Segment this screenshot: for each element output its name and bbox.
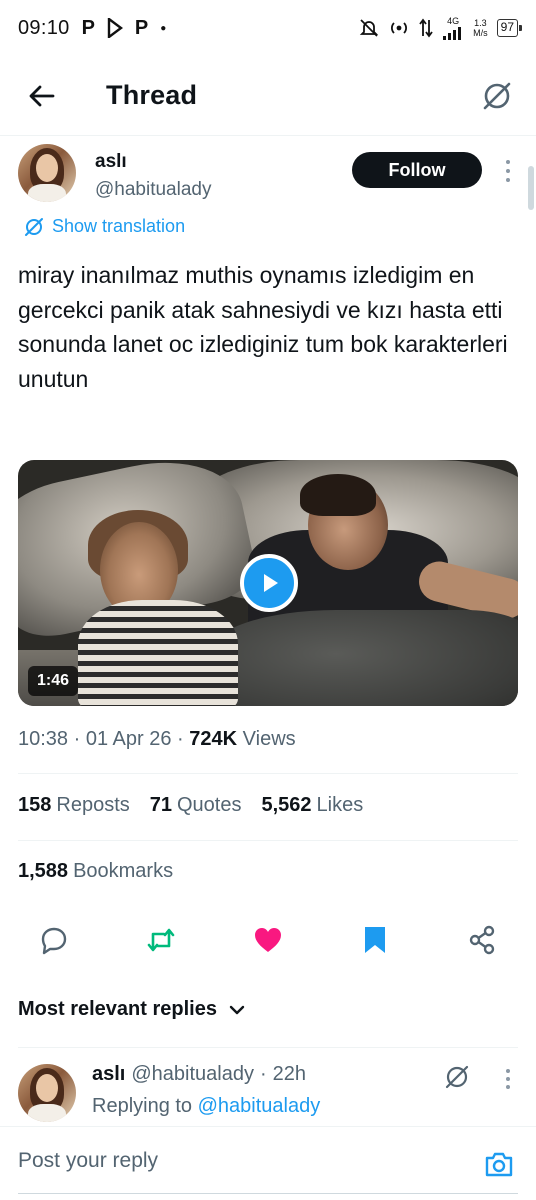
follow-button[interactable]: Follow <box>352 152 482 188</box>
replying-to-prefix: Replying to <box>92 1095 193 1117</box>
replying-to-line: Replying to @habitualady <box>92 1095 320 1118</box>
status-time: 09:10 <box>18 16 70 39</box>
likes-count: 5,562 <box>261 794 312 816</box>
app-notification-icon <box>107 18 123 38</box>
replies-sort-dropdown[interactable]: Most relevant replies <box>18 998 245 1021</box>
separator-dot: · <box>73 728 81 750</box>
tweet-video[interactable]: 1:46 <box>18 460 518 706</box>
heart-icon <box>255 928 281 952</box>
tweet-time: 10:38 <box>18 728 69 750</box>
system-icons: 4G 1.3 M/s 97 <box>359 15 523 40</box>
hotspot-icon <box>388 19 410 37</box>
bookmark-icon <box>365 927 385 953</box>
grok-icon <box>483 82 511 109</box>
reply-composer: Post your reply <box>0 1126 536 1200</box>
share-icon <box>469 925 495 955</box>
net-speed-value: 1.3 <box>474 18 487 28</box>
video-duration-badge: 1:46 <box>28 666 79 696</box>
camera-icon <box>485 1152 513 1177</box>
composer-underline <box>18 1193 518 1194</box>
likes-stat[interactable]: 5,562 Likes <box>261 794 363 817</box>
reply-icon <box>41 927 67 955</box>
divider <box>18 840 518 841</box>
scrollbar[interactable] <box>528 166 534 210</box>
net-speed-unit: M/s <box>473 28 488 38</box>
replies-sort-label: Most relevant replies <box>18 998 217 1020</box>
bookmark-button[interactable] <box>357 922 393 958</box>
tweet-author: aslı @habitualady Follow <box>18 144 518 214</box>
more-notifications-dot-icon: ● <box>160 22 167 34</box>
back-button[interactable] <box>14 68 70 124</box>
show-translation-link[interactable]: Show translation <box>24 216 185 237</box>
bookmarks-label: Bookmarks <box>73 860 174 882</box>
chevron-down-icon <box>229 1005 245 1014</box>
show-translation-label: Show translation <box>52 216 186 236</box>
separator-dot: · <box>177 728 184 750</box>
divider <box>18 773 518 774</box>
data-transfer-icon <box>419 18 433 38</box>
grok-icon <box>445 1065 469 1089</box>
net-speed: 1.3 M/s <box>473 18 488 38</box>
reposts-stat[interactable]: 158 Reposts <box>18 794 130 817</box>
bookmarks-stat[interactable]: 1,588 Bookmarks <box>18 860 173 883</box>
thread-header: Thread <box>0 56 536 136</box>
parking-notification-icon: P <box>134 16 149 39</box>
bookmarks-count: 1,588 <box>18 860 69 882</box>
reposts-count: 158 <box>18 794 52 816</box>
avatar[interactable] <box>18 1064 76 1122</box>
play-icon <box>264 574 278 592</box>
status-bar: 09:10 P P ● 4G 1.3 M/s 97 <box>0 0 536 56</box>
tweet-date: 01 Apr 26 <box>85 728 172 750</box>
reply-item[interactable]: aslı @habitualady · 22h Replying to @hab… <box>18 1058 518 1128</box>
author-display-name[interactable]: aslı <box>95 151 211 173</box>
separator-dot: · <box>259 1063 267 1085</box>
tweet-timestamp: 10:38 · 01 Apr 26 · 724K Views <box>18 728 296 751</box>
signal-strength-icon: 4G <box>442 15 464 40</box>
author-names: aslı @habitualady <box>95 138 211 214</box>
repost-button[interactable] <box>143 922 179 958</box>
grok-button[interactable] <box>442 1062 472 1092</box>
more-options-button[interactable] <box>498 156 518 186</box>
parking-notification-icon: P <box>81 16 95 39</box>
reply-age: 22h <box>272 1063 307 1085</box>
grok-icon <box>25 217 43 236</box>
tweet-text: miray inanılmaz muthis oynamıs izledigim… <box>18 262 508 392</box>
play-button[interactable] <box>240 554 298 612</box>
divider <box>18 1047 518 1048</box>
likes-label: Likes <box>316 794 364 816</box>
mute-bell-icon <box>359 18 379 38</box>
like-button[interactable] <box>250 922 286 958</box>
page-title: Thread <box>106 80 198 110</box>
network-type-label: 4G <box>447 15 460 26</box>
reply-input[interactable]: Post your reply <box>18 1149 458 1173</box>
camera-button[interactable] <box>482 1147 516 1181</box>
quotes-label: Quotes <box>177 794 242 816</box>
views-label: Views <box>242 728 296 750</box>
reply-header: aslı @habitualady · 22h <box>92 1063 306 1086</box>
quotes-count: 71 <box>149 794 172 816</box>
repost-icon <box>147 928 175 952</box>
reply-author-handle[interactable]: @habitualady <box>131 1063 254 1086</box>
quotes-stat[interactable]: 71 Quotes <box>150 794 242 817</box>
more-options-button[interactable] <box>498 1066 518 1092</box>
reply-button[interactable] <box>36 922 72 958</box>
battery-icon: 97 <box>496 19 523 37</box>
reposts-label: Reposts <box>56 794 130 816</box>
back-arrow-icon <box>29 85 55 106</box>
avatar[interactable] <box>18 144 76 202</box>
author-handle[interactable]: @habitualady <box>95 179 211 201</box>
reply-author-name[interactable]: aslı <box>92 1063 125 1086</box>
grok-button[interactable] <box>472 71 522 121</box>
tweet-actions <box>36 920 500 960</box>
notification-icons: P P ● <box>82 17 167 40</box>
views-count: 724K <box>189 728 238 750</box>
replying-to-handle-link[interactable]: @habitualady <box>198 1095 321 1117</box>
share-button[interactable] <box>464 922 500 958</box>
engagement-stats: 158 Reposts 71 Quotes 5,562 Likes <box>18 794 363 817</box>
